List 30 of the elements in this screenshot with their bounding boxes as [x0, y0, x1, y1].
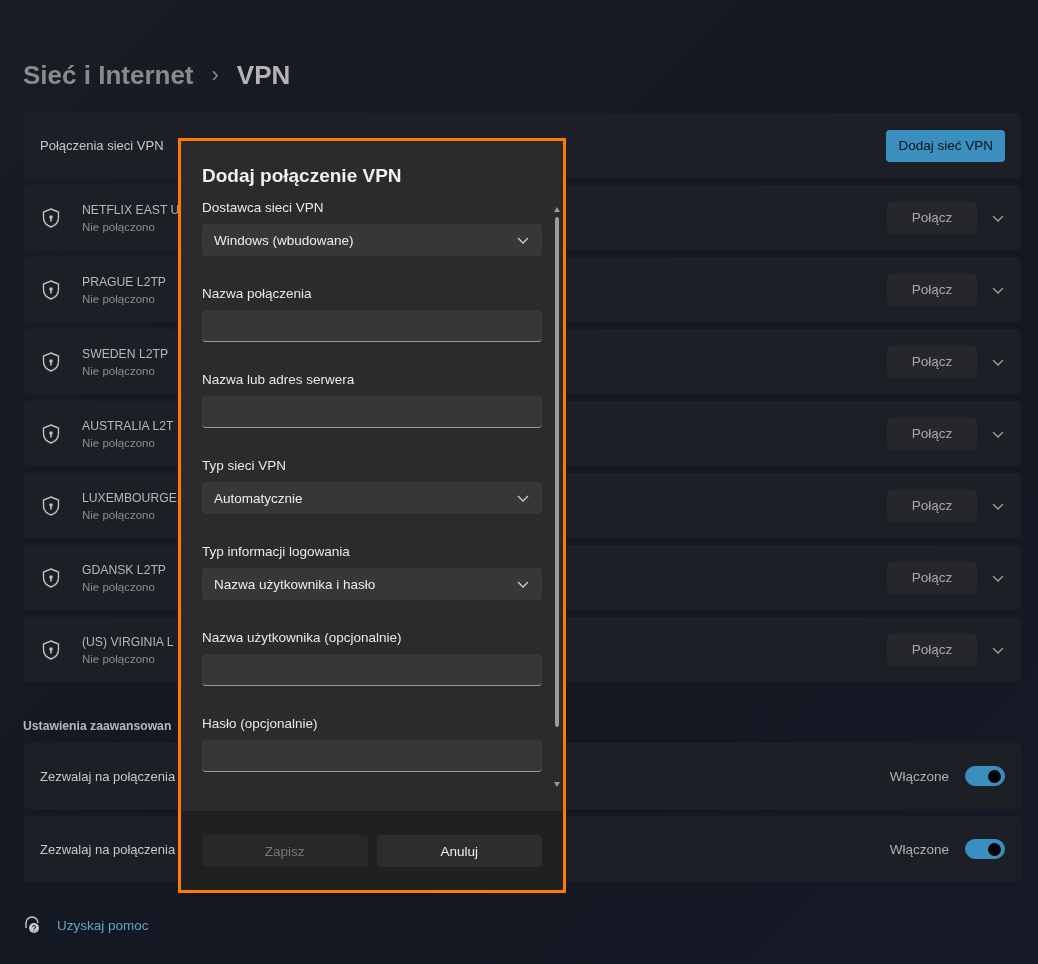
- breadcrumb-separator: ›: [211, 62, 219, 88]
- field-label: Nazwa połączenia: [202, 286, 313, 301]
- dialog-title: Dodaj połączenie VPN: [202, 165, 403, 187]
- connection-status: Nie połączono: [82, 364, 155, 377]
- toggle-state-label: Włączone: [889, 768, 949, 784]
- connection-status: Nie połączono: [82, 292, 155, 305]
- field-label: Hasło (opcjonalnie): [202, 716, 319, 731]
- field-label: Nazwa użytkownika (opcjonalnie): [202, 630, 403, 645]
- connection-name: (US) VIRGINIA L: [82, 634, 174, 649]
- connection-name: PRAGUE L2TP: [82, 274, 166, 289]
- connection-status: Nie połączono: [82, 580, 155, 593]
- field-label: Typ informacji logowania: [202, 544, 351, 559]
- section-heading: Ustawienia zaawansowan: [23, 719, 172, 733]
- field-label: Dostawca sieci VPN: [202, 200, 325, 215]
- connection-name: AUSTRALIA L2T: [82, 418, 174, 433]
- connection-status: Nie połączono: [82, 652, 155, 665]
- setting-label: Zezwalaj na połączenia: [40, 841, 176, 857]
- section-label: Połączenia sieci VPN: [40, 138, 164, 153]
- field-label: Nazwa lub adres serwera: [202, 372, 356, 387]
- connection-name: NETFLIX EAST U: [82, 202, 180, 217]
- connection-name: SWEDEN L2TP: [82, 346, 168, 361]
- setting-label: Zezwalaj na połączenia: [40, 768, 176, 784]
- field-label: Typ sieci VPN: [202, 458, 288, 473]
- connection-status: Nie połączono: [82, 436, 155, 449]
- connection-status: Nie połączono: [82, 220, 155, 233]
- connection-name: GDANSK L2TP: [82, 562, 166, 577]
- toggle-state-label: Włączone: [889, 841, 949, 857]
- connection-name: LUXEMBOURGE: [82, 490, 177, 505]
- connection-status: Nie połączono: [82, 508, 155, 521]
- page-title: VPN: [236, 59, 291, 91]
